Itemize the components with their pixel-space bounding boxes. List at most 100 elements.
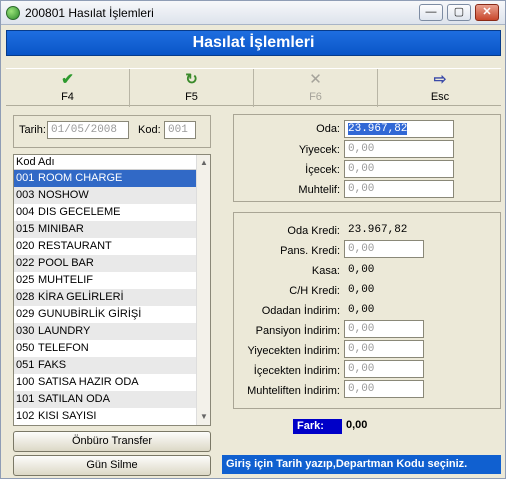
ch-kredi-value: 0,00 <box>348 284 375 296</box>
icecek-input[interactable]: 0,00 <box>344 160 454 178</box>
tarih-label: Tarih: <box>19 124 46 136</box>
fark-label: Fark: <box>293 419 342 434</box>
muhtelif-label: Muhtelif: <box>298 184 340 196</box>
list-item-name: ROOM CHARGE <box>38 172 123 184</box>
list-header: Kod Adı <box>14 155 210 170</box>
oda-kredi-label: Oda Kredi: <box>287 225 340 237</box>
scroll-down-icon[interactable]: ▼ <box>198 411 210 423</box>
cancel-icon: ✕ <box>309 71 322 88</box>
kasa-value: 0,00 <box>348 264 375 276</box>
esc-button[interactable]: ⇨ Esc <box>378 69 502 107</box>
f5-button[interactable]: ↻ F5 <box>130 69 254 107</box>
pansiyon-indirim-label: Pansiyon İndirim: <box>255 325 340 337</box>
list-item[interactable]: 102 KISI SAYISI <box>14 408 210 425</box>
status-message: Giriş için Tarih yazıp,Departman Kodu se… <box>222 455 501 474</box>
muhteliften-indirim-input[interactable]: 0,00 <box>344 380 424 398</box>
yiyecekten-indirim-label: Yiyecekten İndirim: <box>247 345 340 357</box>
list-scrollbar[interactable]: ▲ ▼ <box>196 155 210 425</box>
check-icon: ✔ <box>61 71 74 88</box>
yiyecek-label: Yiyecek: <box>298 144 340 156</box>
title-bar: 200801 Hasılat İşlemleri — ▢ ✕ <box>1 1 505 25</box>
oda-value: 23.967,82 <box>348 123 408 135</box>
list-item-name: SATISA HAZIR ODA <box>38 376 139 388</box>
oda-label: Oda: <box>316 123 340 135</box>
list-item[interactable]: 028 KİRA GELİRLERİ <box>14 289 210 306</box>
f6-button[interactable]: ✕ F6 <box>254 69 378 107</box>
odadan-indirim-label: Odadan İndirim: <box>261 305 340 317</box>
f5-label: F5 <box>185 91 198 103</box>
list-item-name: RESTAURANT <box>38 240 112 252</box>
revenue-panel: Oda: 23.967,82 Yiyecek: 0,00 İçecek: 0,0… <box>233 114 501 202</box>
credits-panel: Oda Kredi: 23.967,82 Pans. Kredi: 0,00 K… <box>233 212 501 409</box>
list-item-code: 051 <box>16 359 35 371</box>
refresh-icon: ↻ <box>185 71 198 88</box>
list-item-code: 003 <box>16 189 35 201</box>
list-item-name: DIS GECELEME <box>38 206 121 218</box>
pans-kredi-input[interactable]: 0,00 <box>344 240 424 258</box>
list-item-name: FAKS <box>38 359 67 371</box>
list-item-name: KİRA GELİRLERİ <box>38 291 124 303</box>
list-item[interactable]: 022 POOL BAR <box>14 255 210 272</box>
tarih-input[interactable]: 01/05/2008 <box>47 121 129 139</box>
list-item-name: MINIBAR <box>38 223 84 235</box>
list-item[interactable]: 029 GUNUBİRLİK GİRİŞİ <box>14 306 210 323</box>
maximize-button[interactable]: ▢ <box>447 4 471 21</box>
list-item-code: 030 <box>16 325 35 337</box>
toolbar: ✔ F4 ↻ F5 ✕ F6 ⇨ Esc <box>6 68 502 107</box>
list-item-code: 022 <box>16 257 35 269</box>
list-item-code: 001 <box>16 172 35 184</box>
list-item[interactable]: 030 LAUNDRY <box>14 323 210 340</box>
list-item[interactable]: 100 SATISA HAZIR ODA <box>14 374 210 391</box>
filter-panel: Tarih: 01/05/2008 Kod: 001 <box>13 115 211 148</box>
kasa-label: Kasa: <box>311 265 340 277</box>
f6-label: F6 <box>309 91 322 103</box>
list-item[interactable]: 051 FAKS <box>14 357 210 374</box>
icecekten-indirim-label: İçecekten İndirim: <box>253 365 340 377</box>
list-item-code: 028 <box>16 291 35 303</box>
scroll-up-icon[interactable]: ▲ <box>198 157 210 169</box>
list-item-name: NOSHOW <box>38 189 89 201</box>
list-item[interactable]: 003 NOSHOW <box>14 187 210 204</box>
list-item-code: 020 <box>16 240 35 252</box>
ch-kredi-label: C/H Kredi: <box>289 285 340 297</box>
list-item[interactable]: 025 MUHTELIF <box>14 272 210 289</box>
close-button[interactable]: ✕ <box>475 4 499 21</box>
exit-door-icon: ⇨ <box>433 71 447 88</box>
minimize-button[interactable]: — <box>419 4 443 21</box>
kod-input[interactable]: 001 <box>164 121 196 139</box>
list-item-name: POOL BAR <box>38 257 94 269</box>
list-item-name: GUNUBİRLİK GİRİŞİ <box>38 308 142 320</box>
list-rows: 001 ROOM CHARGE 003 NOSHOW 004 DIS GECELEME 01… <box>14 170 210 425</box>
fark-value: 0,00 <box>346 419 368 431</box>
list-item-name: KISI SAYISI <box>38 410 97 422</box>
onburo-transfer-button[interactable]: Önbüro Transfer <box>13 431 211 452</box>
yiyecek-input[interactable]: 0,00 <box>344 140 454 158</box>
department-list[interactable]: Kod Adı 001 ROOM CHARGE 003 NOSHOW 004 DIS GE… <box>13 154 211 426</box>
list-item-name: MUHTELIF <box>38 274 93 286</box>
oda-input[interactable]: 23.967,82 <box>344 120 454 138</box>
app-globe-icon <box>6 6 20 20</box>
list-item[interactable]: 020 RESTAURANT <box>14 238 210 255</box>
list-item-code: 101 <box>16 393 35 405</box>
list-item[interactable]: 001 ROOM CHARGE <box>14 170 210 187</box>
pans-kredi-label: Pans. Kredi: <box>280 245 340 257</box>
yiyecekten-indirim-input[interactable]: 0,00 <box>344 340 424 358</box>
list-item[interactable]: 101 SATILAN ODA <box>14 391 210 408</box>
muhtelif-input[interactable]: 0,00 <box>344 180 454 198</box>
list-item[interactable]: 004 DIS GECELEME <box>14 204 210 221</box>
f4-label: F4 <box>61 91 74 103</box>
list-item-code: 050 <box>16 342 35 354</box>
list-item-code: 029 <box>16 308 35 320</box>
list-item-code: 102 <box>16 410 35 422</box>
list-item[interactable]: 050 TELEFON <box>14 340 210 357</box>
kod-label: Kod: <box>138 124 161 136</box>
list-item[interactable]: 015 MINIBAR <box>14 221 210 238</box>
app-window: 200801 Hasılat İşlemleri — ▢ ✕ Hasılat İ… <box>0 0 506 479</box>
odadan-indirim-value: 0,00 <box>348 304 375 316</box>
gun-silme-button[interactable]: Gün Silme <box>13 455 211 476</box>
icecekten-indirim-input[interactable]: 0,00 <box>344 360 424 378</box>
icecek-label: İçecek: <box>305 164 340 176</box>
f4-button[interactable]: ✔ F4 <box>6 69 130 107</box>
list-item-name: SATILAN ODA <box>38 393 110 405</box>
pansiyon-indirim-input[interactable]: 0,00 <box>344 320 424 338</box>
